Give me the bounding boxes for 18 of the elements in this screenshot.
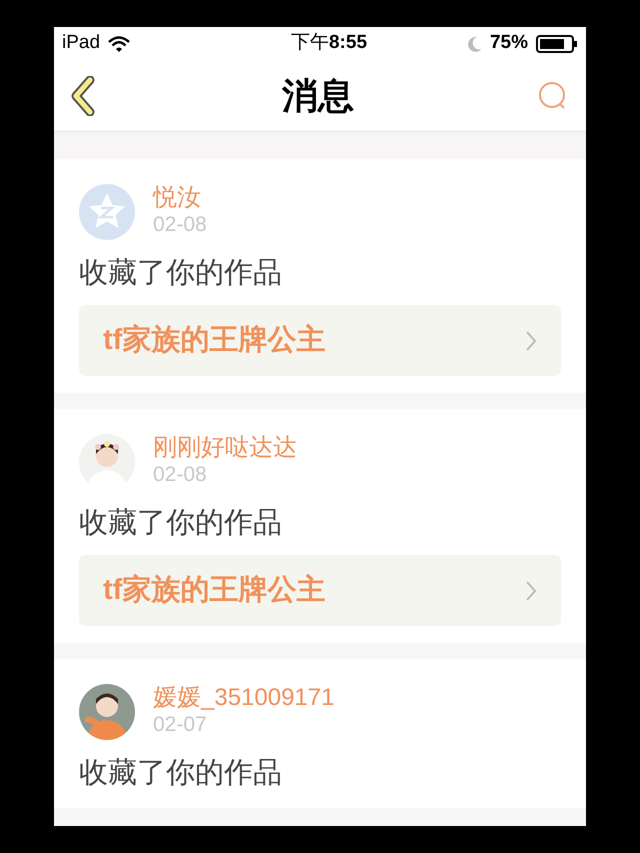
message-text: 收藏了你的作品 bbox=[79, 256, 283, 291]
page-title: 消息 bbox=[282, 74, 354, 118]
user-name[interactable]: 刚刚好哒达达 bbox=[153, 434, 297, 462]
moon-icon bbox=[468, 36, 482, 52]
device-name: iPad bbox=[62, 31, 100, 56]
battery-percent: 75% bbox=[490, 31, 528, 56]
user-name[interactable]: 悦汝 bbox=[153, 184, 207, 212]
wifi-icon bbox=[108, 36, 130, 52]
chevron-right-icon bbox=[525, 580, 537, 602]
chevron-right-icon bbox=[525, 330, 537, 352]
message-text: 收藏了你的作品 bbox=[79, 506, 283, 541]
work-link[interactable]: tf家族的王牌公主 bbox=[79, 555, 561, 626]
battery-icon bbox=[536, 34, 578, 52]
message-text: 收藏了你的作品 bbox=[79, 756, 283, 791]
clock: 下午8:55 bbox=[290, 31, 368, 56]
default-avatar-icon bbox=[79, 184, 135, 240]
user-name[interactable]: 媛媛_351009171 bbox=[153, 684, 334, 712]
work-link[interactable]: tf家族的王牌公主 bbox=[79, 305, 561, 376]
